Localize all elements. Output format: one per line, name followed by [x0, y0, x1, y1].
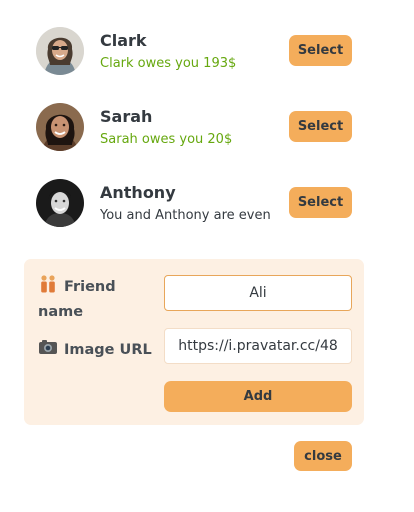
friend-name-label: Friend name	[38, 274, 158, 323]
close-button[interactable]: close	[294, 441, 352, 471]
select-sarah-button[interactable]: Select	[289, 111, 352, 142]
image-url-label: Image URL	[38, 337, 152, 364]
select-clark-button[interactable]: Select	[289, 35, 352, 66]
select-anthony-button[interactable]: Select	[289, 187, 352, 218]
anthony-avatar	[36, 179, 84, 227]
people-icon	[38, 274, 58, 301]
add-friend-form: Friend name Image URL Add	[24, 259, 364, 425]
friend-name-input[interactable]	[164, 275, 352, 311]
friend-balance: You and Anthony are even	[100, 208, 271, 223]
image-url-label-text: Image URL	[64, 342, 152, 358]
friend-row-clark: Clark Clark owes you 193$ Select	[36, 27, 354, 77]
clark-avatar	[36, 27, 84, 75]
friend-balance: Clark owes you 193$	[100, 56, 237, 71]
camera-icon	[38, 337, 58, 364]
friend-name: Anthony	[100, 183, 176, 202]
image-url-input[interactable]	[164, 328, 352, 364]
add-friend-button[interactable]: Add	[164, 381, 352, 412]
friend-name: Clark	[100, 31, 147, 50]
friend-name: Sarah	[100, 107, 153, 126]
friend-row-anthony: Anthony You and Anthony are even Select	[36, 179, 354, 229]
friend-row-sarah: Sarah Sarah owes you 20$ Select	[36, 103, 354, 153]
friend-balance: Sarah owes you 20$	[100, 132, 233, 147]
sarah-avatar	[36, 103, 84, 151]
